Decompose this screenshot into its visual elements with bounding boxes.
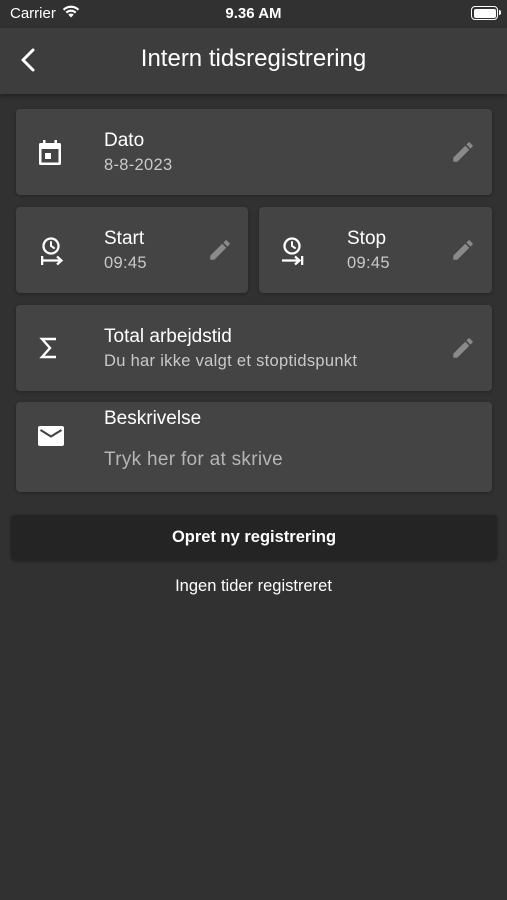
start-value: 09:45 <box>104 254 147 272</box>
total-value: Du har ikke valgt et stoptidspunkt <box>104 352 358 370</box>
start-label: Start <box>104 228 145 249</box>
date-card[interactable]: Dato 8-8-2023 <box>16 109 492 195</box>
edit-stop-button[interactable] <box>450 237 476 263</box>
edit-date-button[interactable] <box>450 139 476 165</box>
stop-value: 09:45 <box>347 254 390 272</box>
total-label: Total arbejdstid <box>104 326 232 347</box>
pencil-icon <box>210 240 230 260</box>
edit-total-button[interactable] <box>450 335 476 361</box>
empty-state-text: Ingen tider registreret <box>175 577 332 595</box>
pencil-icon <box>453 338 473 358</box>
clock-stop-icon <box>279 235 307 272</box>
edit-start-button[interactable] <box>207 237 233 263</box>
create-registration-label: Opret ny registrering <box>171 528 337 546</box>
navigation-bar: Intern tidsregistrering <box>0 28 507 94</box>
description-card[interactable]: Beskrivelse Tryk her for at skrive <box>16 402 492 492</box>
status-time: 9.36 AM <box>225 5 282 22</box>
pencil-icon <box>453 240 473 260</box>
status-bar: Carrier 9.36 AM <box>0 0 507 28</box>
total-card[interactable]: Total arbejdstid Du har ikke valgt et st… <box>16 305 492 391</box>
description-label: Beskrivelse <box>104 408 202 429</box>
pencil-icon <box>453 142 473 162</box>
date-value: 8-8-2023 <box>104 156 173 174</box>
mail-icon <box>37 425 65 452</box>
start-card[interactable]: Start 09:45 <box>16 207 248 293</box>
clock-start-icon <box>38 235 66 272</box>
sigma-icon <box>38 336 60 365</box>
calendar-icon <box>37 139 63 172</box>
battery-icon <box>471 6 501 20</box>
create-registration-button[interactable]: Opret ny registrering <box>11 515 497 560</box>
stop-card[interactable]: Stop 09:45 <box>259 207 492 293</box>
date-label: Dato <box>104 130 145 151</box>
description-input[interactable]: Tryk her for at skrive <box>104 449 283 471</box>
page-title: Intern tidsregistrering <box>140 45 367 72</box>
stop-label: Stop <box>347 228 387 249</box>
